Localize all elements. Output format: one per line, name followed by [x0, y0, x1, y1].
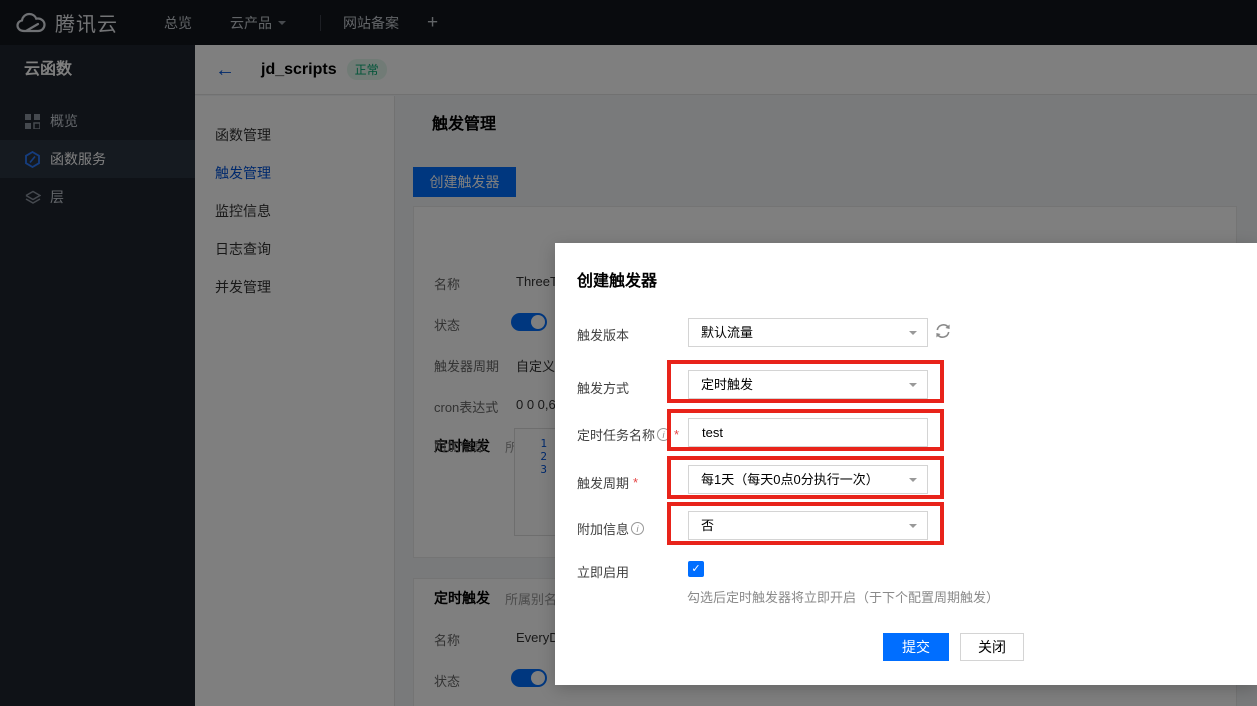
select-trigger-type[interactable]: 定时触发: [688, 370, 928, 399]
info-icon: i: [657, 428, 670, 441]
required-asterisk: *: [674, 427, 679, 442]
chevron-down-icon: [909, 331, 917, 339]
screen: 腾讯云 总览 云产品 网站备案 + 云函数 概览 函数服务: [0, 0, 1257, 706]
refresh-icon[interactable]: [934, 322, 954, 342]
task-name-input[interactable]: [688, 418, 928, 447]
submit-button[interactable]: 提交: [883, 633, 949, 661]
modal-title: 创建触发器: [577, 267, 657, 291]
chevron-down-icon: [909, 383, 917, 391]
enable-now-hint: 勾选后定时触发器将立即开启（于下个配置周期触发）: [687, 587, 999, 606]
label-trigger-period: 触发周期*: [577, 473, 638, 492]
required-asterisk: *: [633, 475, 638, 490]
chevron-down-icon: [909, 524, 917, 532]
label-trigger-type: 触发方式: [577, 378, 629, 397]
close-button[interactable]: 关闭: [960, 633, 1024, 661]
select-trigger-period[interactable]: 每1天（每天0点0分执行一次）: [688, 465, 928, 494]
label-trigger-version: 触发版本: [577, 325, 629, 344]
label-enable-now: 立即启用: [577, 562, 629, 581]
enable-now-checkbox[interactable]: [688, 561, 704, 577]
label-task-name: 定时任务名称i*: [577, 425, 679, 444]
info-icon: i: [631, 522, 644, 535]
select-extra-info[interactable]: 否: [688, 511, 928, 540]
label-extra-info: 附加信息i: [577, 519, 644, 538]
create-trigger-modal: 创建触发器 触发版本 默认流量 触发方式 定时触发 定时任务名称i* 触发周期*…: [555, 243, 1257, 685]
select-trigger-version[interactable]: 默认流量: [688, 318, 928, 347]
chevron-down-icon: [909, 478, 917, 486]
